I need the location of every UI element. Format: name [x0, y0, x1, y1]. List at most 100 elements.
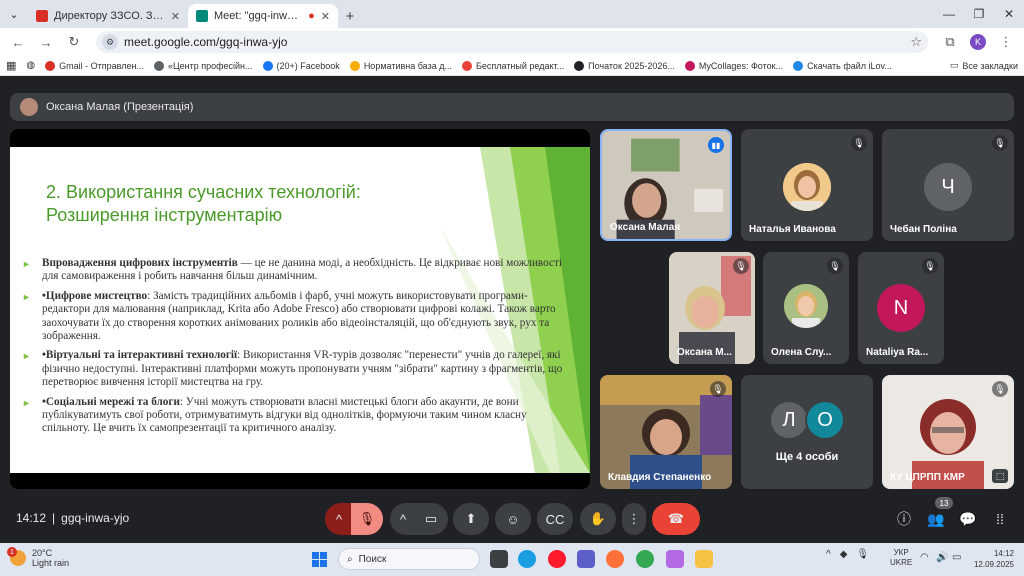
camera-toggle-button[interactable]: ▭	[414, 503, 448, 535]
window-controls: — ❐ ✕	[934, 0, 1024, 28]
edge-icon[interactable]	[518, 550, 536, 568]
restore-icon[interactable]: ❐	[964, 0, 994, 28]
site-info-icon[interactable]: ⚙	[102, 34, 118, 50]
meeting-details-icon[interactable]: ⓘ	[890, 505, 918, 533]
opera-icon[interactable]	[548, 550, 566, 568]
site-icon	[574, 60, 585, 71]
volume-icon[interactable]: 🔊	[936, 552, 948, 563]
chat-icon[interactable]: 💬	[954, 505, 982, 533]
mic-options-button[interactable]: ^	[325, 503, 353, 535]
bookmark-item[interactable]: MyCollages: Фоток...	[684, 60, 783, 71]
participant-tile[interactable]: 🎙 Клавдия Степаненко	[600, 375, 732, 489]
bookmark-item[interactable]: Бесплатный редакт...	[461, 60, 564, 71]
microphone-icon[interactable]: 🎙	[856, 549, 869, 560]
dropbox-icon[interactable]: ◆	[840, 549, 848, 560]
tab-search-icon[interactable]: ⌄	[0, 0, 28, 28]
address-bar[interactable]: ⚙ meet.google.com/ggq-inwa-yjo ☆	[96, 31, 928, 53]
bookmark-star-icon[interactable]: ☆	[910, 34, 922, 50]
participant-name: Олена Слу...	[771, 347, 832, 358]
task-view-icon[interactable]	[490, 550, 508, 568]
close-tab-icon[interactable]: ✕	[171, 10, 180, 23]
show-hidden-icons-icon[interactable]: ^	[826, 549, 831, 560]
pin-icon[interactable]: ⬚	[992, 469, 1008, 483]
start-button[interactable]	[312, 552, 327, 567]
reload-icon[interactable]: ↻	[62, 30, 86, 54]
participant-name: Клавдия Степаненко	[608, 472, 712, 483]
participant-group-tile[interactable]: Л О Ще 4 особи	[741, 375, 873, 489]
windows-taskbar: 1 20°C Light rain ⌕ Поиск ^ ◆ 🎙 УКР UKRE …	[0, 543, 1024, 576]
extensions-icon[interactable]: ⧉	[938, 30, 962, 54]
new-tab-button[interactable]: +	[338, 4, 362, 28]
slide: 2. Використання сучасних технологій: Роз…	[10, 147, 590, 473]
taskbar-clock[interactable]: 14:12 12.09.2025	[970, 548, 1014, 570]
profile-avatar[interactable]: K	[966, 30, 990, 54]
present-screen-button[interactable]: ⬆	[453, 503, 489, 535]
teams-icon[interactable]	[577, 550, 595, 568]
presentation-bar: Оксана Малая (Презентація)	[10, 93, 1014, 121]
participant-tile[interactable]: Ч 🎙 Чебан Поліна	[882, 129, 1014, 241]
battery-icon[interactable]: ▭	[952, 552, 961, 563]
wifi-icon[interactable]: ◠	[920, 552, 929, 563]
apps-grid-icon[interactable]: ▦	[6, 59, 16, 72]
forward-arrow-icon[interactable]: →	[34, 30, 58, 54]
bullet-arrow-icon: ►	[22, 259, 31, 269]
bookmark-item[interactable]: (20+) Facebook	[262, 60, 340, 71]
close-tab-icon[interactable]: ✕	[321, 10, 330, 23]
participant-tile[interactable]: 🎙 Олена Слу...	[763, 252, 849, 364]
slide-bullet: ► Впровадження цифрових інструментів — це…	[22, 257, 562, 283]
participant-tile[interactable]: 🎙 Наталья Иванова	[741, 129, 873, 241]
gmail-icon	[45, 60, 56, 71]
bookmark-item[interactable]: Gmail - Отправлен...	[45, 60, 144, 71]
globe-icon[interactable]: ◍	[26, 60, 35, 71]
raise-hand-button[interactable]: ✋	[580, 503, 616, 535]
avatar: Л	[769, 400, 809, 440]
bookmark-item[interactable]: Скачать файл iLov...	[793, 60, 892, 71]
bookmarks-bar: ▦ ◍ Gmail - Отправлен... «Центр професій…	[0, 56, 1024, 76]
all-bookmarks-button[interactable]: ▭ Все закладки	[950, 60, 1018, 71]
emoji-button[interactable]: ☺	[495, 503, 531, 535]
bookmark-item[interactable]: Нормативна база д...	[349, 60, 452, 71]
browser-toolbar: ← → ↻ ⚙ meet.google.com/ggq-inwa-yjo ☆ ⧉…	[0, 28, 1024, 56]
minimize-icon[interactable]: —	[934, 0, 964, 28]
slide-bullet: ► •Соціальні мережі та блоги: Учні можуть…	[22, 395, 527, 435]
tab-director[interactable]: Директору ЗЗСО. Запрошення ✕	[28, 4, 188, 28]
participant-tile[interactable]: ▮▮ Оксана Малая	[600, 129, 732, 241]
meeting-controls: 14:12 | ggq-inwa-yjo ^ 🎙 ^ ▭ ⬆ ☺ CC ✋ ⋮ …	[0, 495, 1024, 543]
people-icon[interactable]: 👥	[922, 505, 950, 533]
participant-name: КУ ЦПРПП КМР	[890, 472, 965, 483]
weather-widget[interactable]: 1 20°C Light rain	[7, 547, 69, 568]
url-text: meet.google.com/ggq-inwa-yjo	[124, 35, 288, 49]
camera-options-button[interactable]: ^	[390, 503, 416, 535]
browser-menu-icon[interactable]: ⋮	[994, 30, 1018, 54]
avatar	[783, 163, 831, 211]
avatar: Ч	[924, 163, 972, 211]
mic-off-icon: 🎙	[733, 258, 749, 274]
meeting-code: ggq-inwa-yjo	[61, 511, 130, 525]
participant-tile[interactable]: N 🎙 Nataliya Ra...	[858, 252, 944, 364]
participant-name: Наталья Иванова	[749, 224, 836, 235]
more-options-button[interactable]: ⋮	[622, 503, 646, 535]
taskbar-search[interactable]: ⌕ Поиск	[338, 548, 480, 570]
participant-tile[interactable]: 🎙 Оксана М...	[669, 252, 755, 364]
site-icon	[153, 60, 164, 71]
firefox-icon[interactable]	[606, 550, 624, 568]
chrome-icon[interactable]	[636, 550, 654, 568]
mic-off-icon: 🎙	[710, 381, 726, 397]
avatar	[20, 98, 38, 116]
copilot-icon[interactable]	[666, 550, 684, 568]
mic-toggle-button[interactable]: 🎙	[351, 503, 383, 535]
activities-icon[interactable]: ⁞⁞	[986, 505, 1014, 533]
speaking-indicator-icon: ▮▮	[708, 137, 724, 153]
participant-tile[interactable]: 🎙 ⬚ КУ ЦПРПП КМР	[882, 375, 1014, 489]
bookmark-item[interactable]: Початок 2025-2026...	[574, 60, 675, 71]
leave-call-button[interactable]: ☎	[652, 503, 700, 535]
language-indicator[interactable]: УКР UKRE	[890, 548, 912, 568]
close-window-icon[interactable]: ✕	[994, 0, 1024, 28]
presentation-view[interactable]: 2. Використання сучасних технологій: Роз…	[10, 129, 590, 489]
back-arrow-icon[interactable]: ←	[6, 30, 30, 54]
file-explorer-icon[interactable]	[695, 550, 713, 568]
recording-dot-icon: ●	[308, 10, 315, 22]
captions-button[interactable]: CC	[537, 503, 573, 535]
bookmark-item[interactable]: «Центр професійн...	[153, 60, 253, 71]
tab-meet[interactable]: Meet: "ggq-inwa-yjo" ● ✕	[188, 4, 338, 28]
